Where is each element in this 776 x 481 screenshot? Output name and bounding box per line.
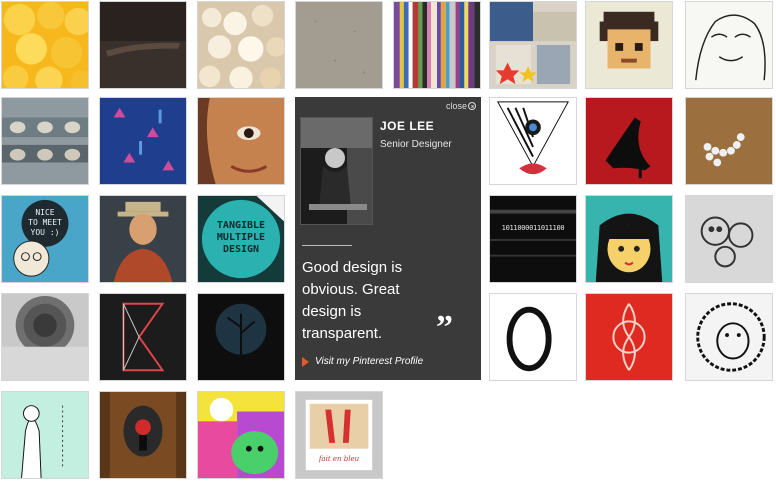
pin-tile-doodle-faces[interactable] [685,195,773,283]
pin-tile-anime-girl[interactable] [585,195,673,283]
pin-tile-street-collage[interactable] [489,1,577,89]
pin-tile-outline-figure[interactable] [1,391,89,479]
close-button[interactable]: close [446,101,476,111]
close-label: close [445,101,467,111]
pin-tile-dark-tree[interactable] [197,293,285,381]
profile-name: JOE LEE [380,119,435,133]
pin-tile-keyhole[interactable] [99,391,187,479]
pin-tile-nice-to-meet-you[interactable]: NICE TO MEET YOU :) [1,195,89,283]
pin-tile-geometric-k[interactable] [99,293,187,381]
tile-caption: fait en bleu [318,455,360,463]
pin-tile-red-high-heel[interactable] [585,97,673,185]
divider [302,245,352,246]
profile-card: close JOE LEE Senior Designer Good desig… [295,97,481,380]
pin-tile-binary-code[interactable]: 1011000011011100 [489,195,577,283]
pin-tile-leather-pocket[interactable] [99,1,187,89]
pin-tile-lion-sketch[interactable] [685,293,773,381]
pin-tile-monsters[interactable] [197,391,285,479]
close-icon [468,102,476,110]
pin-tile-pearl-necklace[interactable] [685,97,773,185]
pin-tile-eye-lips[interactable] [489,97,577,185]
pinterest-profile-link-label: Visit my Pinterest Profile [315,356,424,367]
pin-tile-ink-circle[interactable] [489,293,577,381]
pin-tile-red-ornament[interactable] [585,293,673,381]
profile-quote: Good design is obvious. Great design is … [302,259,403,342]
pin-tile-tangible-multiple-design[interactable]: TANGIBLE MULTIPLE DESIGN [197,195,285,283]
tile-caption: 1011000011011100 [501,224,565,232]
pin-tile-blue-pattern[interactable] [99,97,187,185]
pin-tile-pixel-face[interactable] [585,1,673,89]
pin-tile-line-drawing[interactable] [685,1,773,89]
pin-tile-face-painting[interactable] [197,97,285,185]
pin-tile-gaudi-building[interactable] [1,97,89,185]
pinterest-profile-link[interactable]: Visit my Pinterest Profile [302,356,423,367]
avatar [300,117,373,225]
quote-mark-icon: ” [436,309,453,346]
pin-tile-popcorn[interactable] [197,1,285,89]
play-icon [302,356,309,367]
pin-tile-sphere-lines[interactable] [1,293,89,381]
pin-tile-yellow-balls[interactable] [1,1,89,89]
pin-tile-concrete-texture[interactable] [295,1,383,89]
tile-caption: TANGIBLE MULTIPLE DESIGN [216,220,266,255]
tile-caption: NICE TO MEET YOU :) [28,208,62,237]
profile-title: Senior Designer [380,139,452,150]
pin-tile-ballet-shoes-polaroid[interactable]: fait en bleu [295,391,383,479]
pin-tile-vertical-stripes[interactable] [393,1,481,89]
pin-tile-portrait-hat[interactable] [99,195,187,283]
